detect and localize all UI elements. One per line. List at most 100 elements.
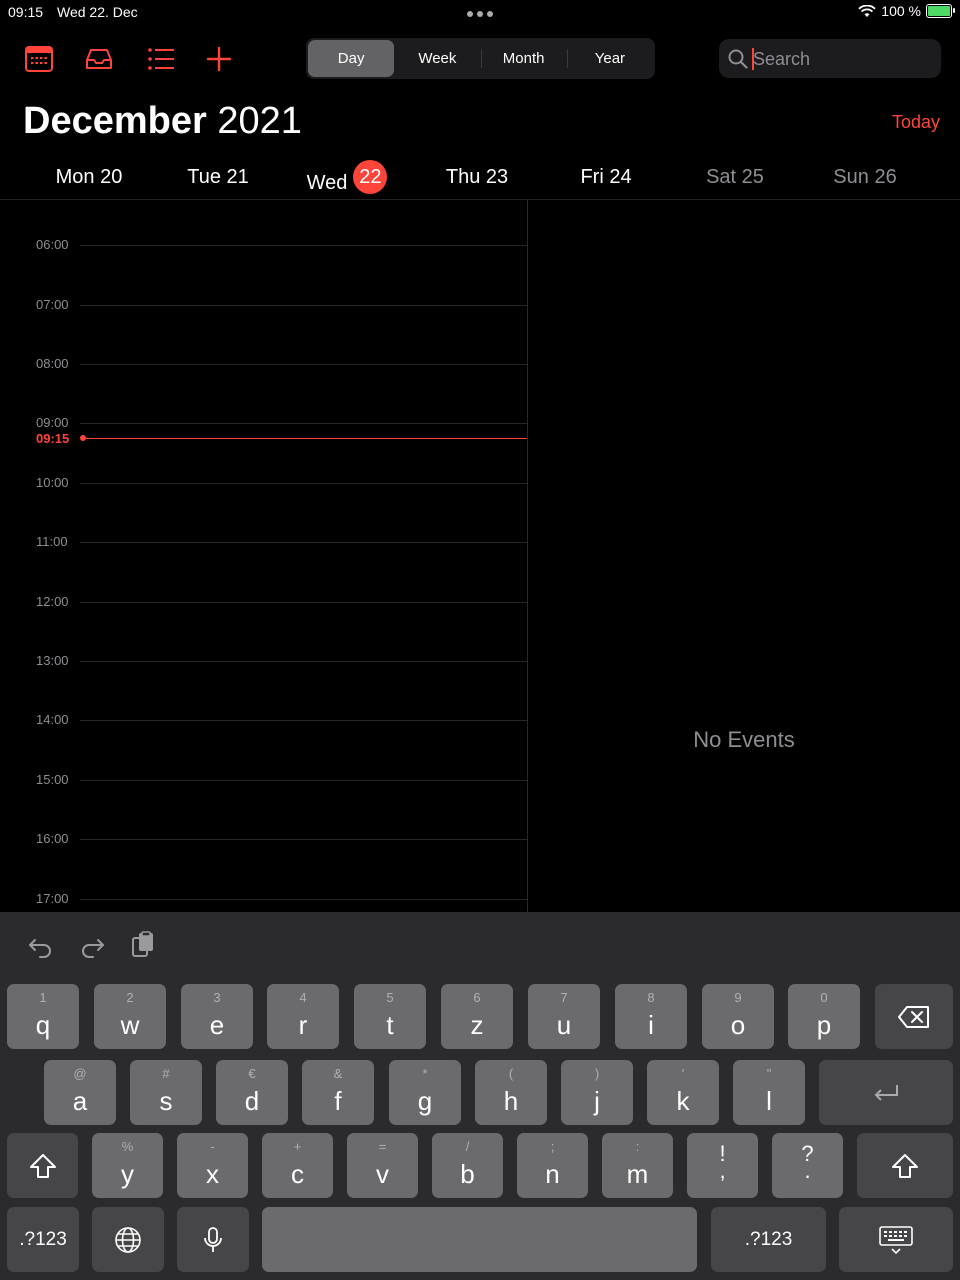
hour-row: 08:00 (0, 356, 527, 371)
status-right: 100 % (858, 3, 955, 19)
title-month: December (23, 100, 207, 142)
key-j[interactable]: ) j (561, 1060, 633, 1125)
hour-row: 15:00 (0, 772, 527, 787)
hour-label: 08:00 (36, 356, 69, 371)
key-p[interactable]: 0p (788, 984, 860, 1049)
day-label: Fri 24 (580, 166, 632, 188)
hour-label: 06:00 (36, 237, 69, 252)
shift-icon (29, 1153, 56, 1178)
hour-row: 16:00 (0, 831, 527, 846)
key-f[interactable]: & f (302, 1060, 374, 1125)
keyboard-dismiss-icon (879, 1225, 913, 1254)
hour-row: 10:00 (0, 475, 527, 490)
key-r[interactable]: 4r (267, 984, 339, 1049)
no-events-label: No Events (693, 727, 795, 752)
day-label: Thu 23 (445, 166, 509, 188)
today-date-badge: 22 (353, 160, 388, 194)
key-y[interactable]: % y (92, 1133, 163, 1198)
tab-year[interactable]: Year (566, 40, 653, 77)
shift-key-left[interactable] (7, 1133, 78, 1198)
shift-key-right[interactable] (857, 1133, 953, 1198)
tab-week[interactable]: Week (394, 40, 480, 77)
add-event-icon[interactable] (204, 44, 234, 74)
status-bar: 09:15 Wed 22. Dec 100 % (0, 0, 960, 24)
key-comma[interactable]: !, (687, 1133, 758, 1198)
key-v[interactable]: = v (347, 1133, 418, 1198)
hour-label: 11:00 (36, 534, 68, 549)
hour-label: 16:00 (36, 831, 69, 846)
day-fri[interactable]: Fri 24 (541, 166, 671, 189)
day-mon[interactable]: Mon 20 (24, 166, 154, 189)
day-tue[interactable]: Tue 21 (153, 166, 283, 189)
hide-keyboard-key[interactable] (839, 1207, 953, 1272)
undo-icon[interactable] (26, 930, 56, 960)
hour-label: 07:00 (36, 297, 69, 312)
key-n[interactable]: ; n (517, 1133, 588, 1198)
search-input[interactable]: Search (719, 39, 941, 78)
redo-icon[interactable] (77, 930, 107, 960)
delete-key[interactable] (875, 984, 953, 1049)
inbox-icon[interactable] (84, 44, 114, 74)
today-button[interactable]: Today (892, 112, 940, 133)
status-time: 09:15 (8, 4, 44, 20)
tab-day[interactable]: Day (308, 40, 395, 77)
hour-row: 17:00 (0, 891, 527, 906)
hour-row: 13:00 (0, 653, 527, 668)
key-c[interactable]: + c (262, 1133, 333, 1198)
key-d[interactable]: € d (216, 1060, 288, 1125)
numbers-key-right[interactable]: .?123 (711, 1207, 826, 1272)
day-label: Sun 26 (833, 166, 897, 188)
key-e[interactable]: 3e (181, 984, 253, 1049)
hour-label: 14:00 (36, 712, 69, 727)
return-key[interactable] (819, 1060, 953, 1125)
hour-label: 12:00 (36, 594, 69, 609)
wifi-icon (858, 4, 876, 17)
globe-icon (115, 1226, 141, 1253)
key-t[interactable]: 5t (354, 984, 426, 1049)
key-z[interactable]: 6z (441, 984, 513, 1049)
dictation-key[interactable] (177, 1207, 249, 1272)
key-m[interactable]: :m (602, 1133, 673, 1198)
day-label: Tue 21 (187, 166, 249, 188)
key-x[interactable]: -x (177, 1133, 248, 1198)
day-sun[interactable]: Sun 26 (800, 166, 930, 189)
hour-label: 13:00 (36, 653, 69, 668)
key-o[interactable]: 9o (702, 984, 774, 1049)
day-label: Sat 25 (706, 166, 764, 188)
hour-label: 17:00 (36, 891, 69, 906)
hour-row: 12:00 (0, 594, 527, 609)
multitasking-dots-icon[interactable] (467, 11, 493, 17)
numbers-key-left[interactable]: .?123 (7, 1207, 79, 1272)
status-date: Wed 22. Dec (57, 4, 138, 20)
hour-row: 09:00 (0, 415, 527, 430)
space-key[interactable] (262, 1207, 697, 1272)
list-icon[interactable] (146, 44, 176, 74)
calendars-icon[interactable] (24, 44, 54, 74)
key-k[interactable]: ' k (647, 1060, 719, 1125)
day-thu[interactable]: Thu 23 (412, 166, 542, 189)
key-a[interactable]: @ a (44, 1060, 116, 1125)
key-period[interactable]: ?. (772, 1133, 843, 1198)
key-i[interactable]: 8i (615, 984, 687, 1049)
search-placeholder: Search (753, 49, 811, 69)
tab-month[interactable]: Month (480, 40, 567, 77)
hour-row: 14:00 (0, 712, 527, 727)
key-g[interactable]: * g (389, 1060, 461, 1125)
key-l[interactable]: " l (733, 1060, 805, 1125)
search-icon (728, 49, 748, 69)
key-u[interactable]: 7u (528, 984, 600, 1049)
clipboard-icon[interactable] (129, 930, 159, 960)
day-timeline[interactable]: 06:00 07:00 08:00 09:00 10:00 11:00 12:0… (0, 200, 527, 912)
key-b[interactable]: / b (432, 1133, 503, 1198)
week-strip: Mon 20 Tue 21 Wed 22 Thu 23 Fri 24 Sat 25… (0, 160, 960, 200)
key-h[interactable]: (h (475, 1060, 547, 1125)
key-w[interactable]: 2w (94, 984, 166, 1049)
view-segmented-control: Day Week Month Year (306, 38, 655, 79)
day-wed-selected[interactable]: Wed 22 (282, 160, 412, 200)
globe-key[interactable] (92, 1207, 164, 1272)
day-sat[interactable]: Sat 25 (670, 166, 800, 189)
title-year: 2021 (217, 100, 302, 142)
return-icon (874, 1084, 898, 1101)
key-q[interactable]: 1q (7, 984, 79, 1049)
key-s[interactable]: # s (130, 1060, 202, 1125)
